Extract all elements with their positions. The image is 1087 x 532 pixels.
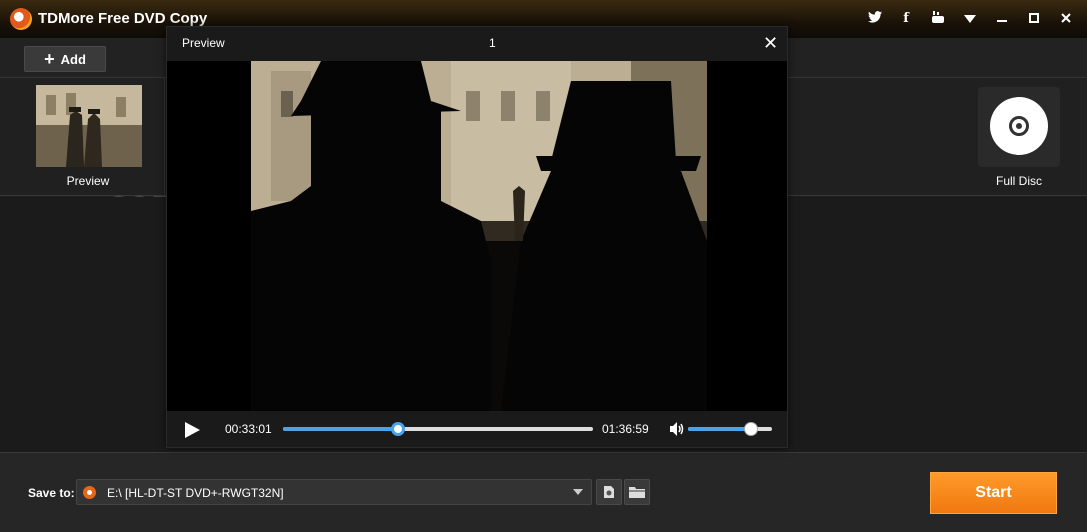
dropdown-icon[interactable] [961, 10, 979, 28]
youtube-icon[interactable] [929, 10, 947, 28]
folder-icon [629, 487, 645, 498]
twitter-icon[interactable] [866, 10, 884, 28]
video-area[interactable] [167, 61, 787, 411]
full-disc-label: Full Disc [995, 174, 1042, 188]
save-to-value: E:\ [HL-DT-ST DVD+-RWGT32N] [107, 486, 284, 500]
app-logo-icon [10, 8, 32, 30]
iso-file-icon [604, 486, 614, 498]
volume-slider[interactable] [688, 422, 772, 436]
minimize-icon[interactable] [993, 10, 1011, 28]
seek-bar-fill [283, 427, 398, 431]
save-to-select[interactable]: E:\ [HL-DT-ST DVD+-RWGT32N] [76, 479, 592, 505]
add-button-label: Add [60, 51, 86, 67]
chevron-down-icon[interactable] [573, 489, 583, 495]
browse-folder-button[interactable] [624, 479, 650, 505]
plus-icon: + [44, 49, 55, 69]
play-icon[interactable] [185, 422, 200, 438]
maximize-icon[interactable] [1025, 10, 1043, 28]
video-frame [251, 61, 707, 411]
disc-drive-icon [83, 486, 96, 499]
facebook-icon[interactable]: f [897, 10, 915, 28]
current-time: 00:33:01 [225, 422, 272, 436]
preview-title-number: 1 [489, 36, 496, 50]
start-button[interactable]: Start [930, 472, 1057, 514]
save-to-label: Save to: [28, 486, 75, 500]
source-thumbnail[interactable] [36, 85, 142, 167]
seek-bar[interactable] [283, 422, 593, 436]
volume-icon[interactable] [669, 421, 685, 442]
save-iso-button[interactable] [596, 479, 622, 505]
bottom-bar: Save to: E:\ [HL-DT-ST DVD+-RWGT32N] Sta… [0, 452, 1087, 532]
volume-slider-fill [688, 427, 751, 431]
close-icon[interactable] [1057, 10, 1075, 28]
playback-controls: 00:33:01 01:36:59 [167, 411, 787, 447]
app-title: TDMore Free DVD Copy [38, 10, 208, 27]
total-time: 01:36:59 [602, 422, 649, 436]
preview-window: Preview 1 ✕ 00:33:01 01:36:59 [166, 26, 788, 448]
source-thumbnail-label: Preview [66, 174, 110, 188]
seek-handle[interactable] [391, 422, 405, 436]
preview-header: Preview 1 ✕ [167, 27, 787, 61]
disc-icon [990, 97, 1048, 155]
source-item[interactable]: Preview [0, 78, 165, 196]
add-button[interactable]: + Add [24, 46, 106, 72]
full-disc-button[interactable] [978, 87, 1060, 167]
preview-title: Preview [182, 36, 225, 50]
preview-close-icon[interactable]: ✕ [763, 33, 778, 54]
volume-handle[interactable] [744, 422, 758, 436]
